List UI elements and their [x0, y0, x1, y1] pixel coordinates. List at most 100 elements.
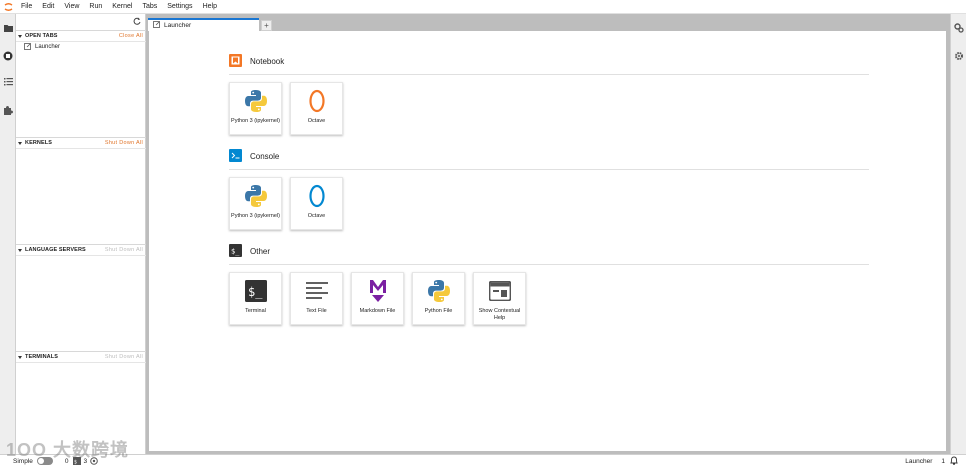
section-divider [229, 264, 869, 265]
menu-file[interactable]: File [16, 0, 37, 14]
terminals-shut-down-all-button[interactable]: Shut Down All [105, 354, 143, 360]
menu-bar: File Edit View Run Kernel Tabs Settings … [0, 0, 966, 14]
console-section-title: Console [250, 151, 280, 161]
octave-logo-icon [290, 86, 343, 116]
card-label: Terminal [245, 308, 266, 314]
tab-bar: Launcher + [148, 17, 272, 31]
section-divider [229, 74, 869, 75]
terminal-card[interactable]: $_ Terminal [229, 272, 282, 325]
jupyter-logo-icon[interactable] [0, 0, 16, 14]
open-tabs-section: OPEN TABS Close All Launcher [16, 30, 146, 52]
running-sessions-panel: OPEN TABS Close All Launcher KERNELS Shu… [16, 14, 146, 454]
launcher-tab-icon [24, 42, 31, 52]
tab-launcher[interactable]: Launcher [148, 18, 259, 31]
caret-down-icon [18, 34, 22, 38]
markdown-file-card[interactable]: Markdown File [351, 272, 404, 325]
terminals-title: TERMINALS [25, 354, 58, 360]
watermark-logo: 1OO 大数跨境 [6, 440, 130, 460]
card-label: Octave [307, 118, 326, 124]
terminals-header[interactable]: TERMINALS Shut Down All [16, 351, 146, 363]
card-label: Python File [424, 308, 453, 314]
status-bar: Simple 0 $ 3 Launcher 1 [0, 454, 966, 468]
svg-text:$_: $_ [231, 247, 240, 255]
menu-tabs[interactable]: Tabs [137, 0, 162, 14]
table-of-contents-icon[interactable] [2, 76, 14, 88]
text-file-card[interactable]: Text File [290, 272, 343, 325]
notification-bell-icon[interactable] [950, 456, 958, 467]
launcher-tab-icon [153, 21, 160, 30]
terminal-icon: $_ [229, 276, 282, 306]
caret-down-icon [18, 141, 22, 145]
notebook-python3-card[interactable]: Python 3 (ipykernel) [229, 82, 282, 135]
console-cards: Python 3 (ipykernel) Octave [229, 177, 343, 230]
running-kernels-icon[interactable] [2, 50, 14, 62]
console-octave-card[interactable]: Octave [290, 177, 343, 230]
contextual-help-card[interactable]: Show Contextual Help [473, 272, 526, 325]
close-all-button[interactable]: Close All [119, 33, 143, 39]
right-activity-bar [950, 14, 966, 454]
notebook-section-header: Notebook [229, 53, 869, 69]
card-label: Python 3 (ipykernel) [231, 213, 280, 219]
language-servers-section: LANGUAGE SERVERS Shut Down All [16, 244, 146, 256]
refresh-icon[interactable] [133, 17, 141, 27]
main-dock-area: Launcher + Notebook Python 3 (ipykernel)… [146, 14, 950, 454]
caret-down-icon [18, 355, 22, 359]
debugger-gear-icon[interactable] [953, 50, 965, 62]
menu-view[interactable]: View [59, 0, 84, 14]
open-tab-item[interactable]: Launcher [16, 42, 146, 52]
notebook-section-title: Notebook [250, 56, 285, 66]
menu-edit[interactable]: Edit [37, 0, 59, 14]
kernels-header[interactable]: KERNELS Shut Down All [16, 137, 146, 149]
property-inspector-gears-icon[interactable] [953, 22, 965, 34]
new-launcher-button[interactable]: + [261, 20, 272, 31]
left-activity-bar [0, 14, 16, 454]
console-section-header: Console [229, 148, 869, 164]
kernels-section: KERNELS Shut Down All [16, 137, 146, 149]
other-section-header: $_ Other [229, 243, 869, 259]
python-logo-icon [229, 86, 282, 116]
contextual-help-icon [473, 276, 526, 306]
other-terminal-icon: $_ [229, 243, 242, 259]
language-servers-title: LANGUAGE SERVERS [25, 247, 86, 253]
python-file-card[interactable]: Python File [412, 272, 465, 325]
kernels-shut-down-all-button[interactable]: Shut Down All [105, 140, 143, 146]
console-python3-card[interactable]: Python 3 (ipykernel) [229, 177, 282, 230]
console-icon [229, 148, 242, 164]
kernels-title: KERNELS [25, 140, 52, 146]
card-label: Python 3 (ipykernel) [231, 118, 280, 124]
markdown-icon [351, 276, 404, 306]
notebook-icon [229, 53, 242, 69]
language-servers-header[interactable]: LANGUAGE SERVERS Shut Down All [16, 244, 146, 256]
other-cards: $_ Terminal Text File Markdown File Pyth… [229, 272, 526, 325]
open-tabs-header[interactable]: OPEN TABS Close All [16, 30, 146, 42]
open-tab-label: Launcher [35, 44, 61, 50]
language-servers-shut-down-all-button[interactable]: Shut Down All [105, 247, 143, 253]
card-label: Text File [306, 308, 327, 314]
menu-settings[interactable]: Settings [162, 0, 197, 14]
caret-down-icon [18, 248, 22, 252]
card-label: Markdown File [359, 308, 396, 314]
folder-icon[interactable] [2, 22, 14, 34]
text-file-icon [290, 276, 343, 306]
card-label: Show Contextual Help [478, 308, 521, 321]
other-section: $_ Other $_ Terminal Text File Markdown … [229, 243, 869, 325]
launcher-panel: Notebook Python 3 (ipykernel) Octave Con… [149, 31, 946, 451]
menu-run[interactable]: Run [84, 0, 107, 14]
section-divider [229, 169, 869, 170]
notification-count[interactable]: 1 [941, 458, 945, 465]
python-logo-icon [229, 181, 282, 211]
menu-kernel[interactable]: Kernel [107, 0, 137, 14]
menu-help[interactable]: Help [198, 0, 222, 14]
svg-text:$_: $_ [248, 285, 263, 299]
panel-toolbar [16, 14, 145, 30]
status-launcher-label: Launcher [905, 458, 933, 465]
notebook-cards: Python 3 (ipykernel) Octave [229, 82, 343, 135]
other-section-title: Other [250, 246, 271, 256]
notebook-section: Notebook Python 3 (ipykernel) Octave [229, 53, 869, 135]
python-logo-icon [412, 276, 465, 306]
terminals-section: TERMINALS Shut Down All [16, 351, 146, 363]
open-tabs-title: OPEN TABS [25, 33, 58, 39]
extensions-puzzle-icon[interactable] [2, 104, 14, 116]
notebook-octave-card[interactable]: Octave [290, 82, 343, 135]
tab-launcher-label: Launcher [164, 22, 192, 29]
